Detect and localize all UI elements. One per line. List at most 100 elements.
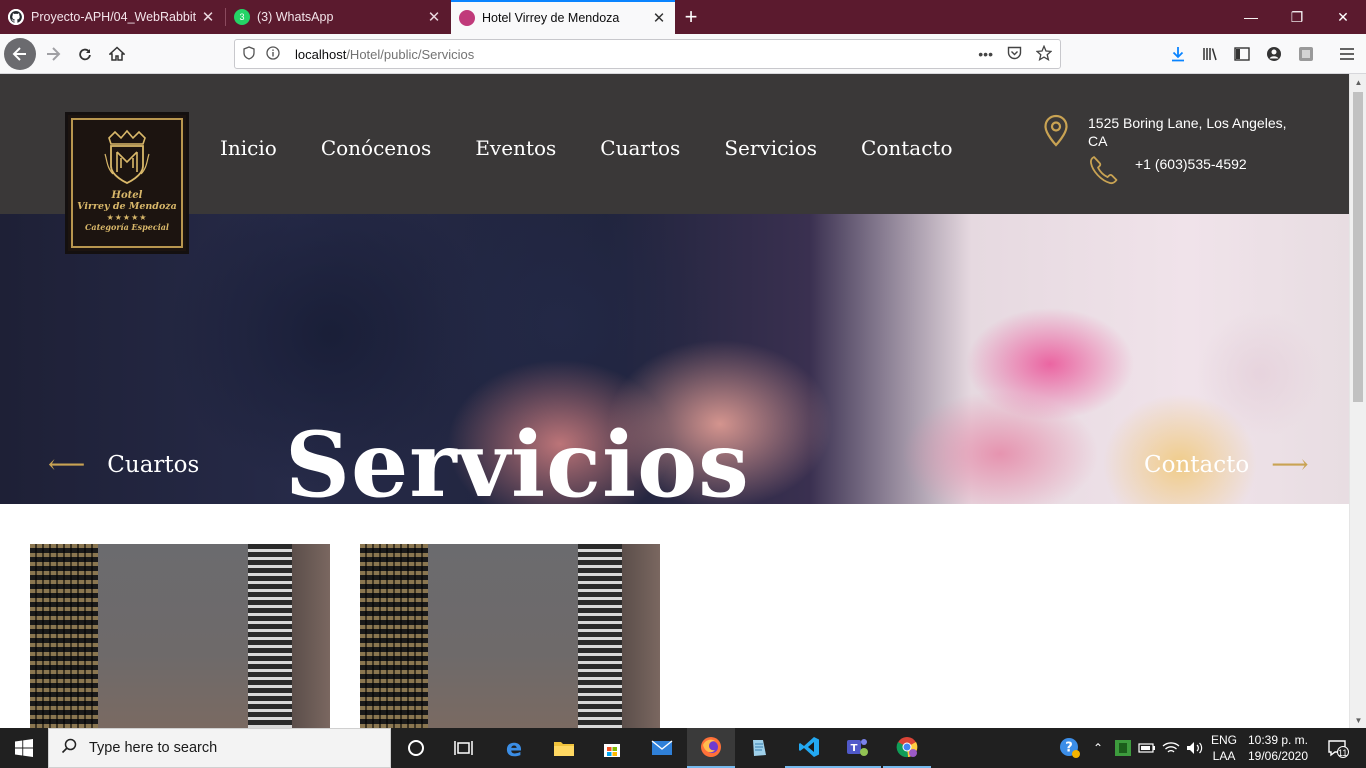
nvidia-icon[interactable] <box>1112 728 1134 768</box>
firefox-icon[interactable] <box>687 728 735 768</box>
taskbar: Type here to search e T ? ⌃ ENG LAA 10:3… <box>0 728 1366 768</box>
sidebar-icon[interactable] <box>1226 38 1258 70</box>
scroll-up-icon[interactable]: ▲ <box>1350 74 1366 90</box>
store-icon[interactable] <box>588 728 636 768</box>
tab-title: Proyecto-APH/04_WebRabbit a <box>31 10 196 24</box>
clock-date: 19/06/2020 <box>1247 749 1309 763</box>
url-path: /Hotel/public/Servicios <box>346 46 475 62</box>
whatsapp-icon: 3 <box>234 9 250 25</box>
crest-icon <box>104 129 150 184</box>
bookmark-star-icon[interactable] <box>1035 44 1053 64</box>
notifications-icon[interactable]: 11 <box>1318 728 1358 768</box>
page-title: Servicios <box>285 412 750 504</box>
search-placeholder: Type here to search <box>89 740 218 756</box>
minimize-icon[interactable]: — <box>1228 0 1274 34</box>
scroll-down-icon[interactable]: ▼ <box>1350 712 1366 728</box>
site-header: Inicio Conócenos Eventos Cuartos Servici… <box>0 74 1349 214</box>
show-hidden-icons-icon[interactable]: ⌃ <box>1088 728 1108 768</box>
search-icon <box>49 738 89 759</box>
wifi-icon[interactable] <box>1160 728 1182 768</box>
page-actions-icon[interactable]: ••• <box>978 46 993 62</box>
volume-icon[interactable] <box>1184 728 1206 768</box>
chrome-icon[interactable] <box>883 728 931 768</box>
home-button[interactable] <box>101 38 133 70</box>
forward-button[interactable] <box>37 38 69 70</box>
new-tab-button[interactable]: + <box>678 0 704 34</box>
language-code: ENG <box>1210 733 1237 747</box>
vscode-icon[interactable] <box>785 728 833 768</box>
arrow-left-icon: ⟵ <box>48 450 86 480</box>
nav-inicio[interactable]: Inicio <box>220 136 277 160</box>
windows-start-icon[interactable] <box>0 728 48 768</box>
tab-title: Hotel Virrey de Mendoza <box>482 11 620 25</box>
download-icon[interactable] <box>1162 38 1194 70</box>
service-card[interactable] <box>30 544 330 728</box>
tab-hotel[interactable]: Hotel Virrey de Mendoza ✕ <box>451 0 675 34</box>
shield-icon[interactable] <box>237 45 261 63</box>
github-icon <box>8 9 24 25</box>
nav-conocenos[interactable]: Conócenos <box>321 136 432 160</box>
logo-line-hotel: Hotel <box>111 190 143 201</box>
pocket-icon[interactable] <box>1007 46 1022 63</box>
file-explorer-icon[interactable] <box>540 728 588 768</box>
account-icon[interactable] <box>1258 38 1290 70</box>
tab-title: (3) WhatsApp <box>257 10 334 24</box>
nav-contacto[interactable]: Contacto <box>861 136 952 160</box>
restore-icon[interactable]: ❐ <box>1274 0 1320 34</box>
url-host: localhost <box>295 46 347 62</box>
address-bar[interactable]: localhost/Hotel/public/Servicios ••• <box>234 39 1061 69</box>
notepad-icon[interactable] <box>735 728 783 768</box>
service-card[interactable] <box>360 544 660 728</box>
arrow-right-icon: ⟶ <box>1271 450 1309 480</box>
address-text: 1525 Boring Lane, Los Angeles, CA <box>1088 115 1287 149</box>
language-indicator[interactable]: ENG LAA <box>1206 732 1242 764</box>
page-scrollbar[interactable]: ▲ ▼ <box>1349 74 1366 728</box>
taskbar-search[interactable]: Type here to search <box>48 728 391 768</box>
library-icon[interactable] <box>1194 38 1226 70</box>
hero-next-link[interactable]: Contacto ⟶ <box>1144 450 1308 480</box>
back-button[interactable] <box>4 38 36 70</box>
clock-time: 10:39 p. m. <box>1247 733 1309 747</box>
reload-button[interactable] <box>69 38 101 70</box>
battery-icon[interactable] <box>1136 728 1158 768</box>
main-nav: Inicio Conócenos Eventos Cuartos Servici… <box>220 136 996 160</box>
tab-github[interactable]: Proyecto-APH/04_WebRabbit a ✕ <box>0 0 224 34</box>
phone-icon <box>1090 156 1118 185</box>
help-icon[interactable]: ? <box>1056 728 1084 768</box>
hero-next-label: Contacto <box>1144 452 1250 478</box>
hotel-logo[interactable]: Hotel Virrey de Mendoza ★★★★★ Categoría … <box>65 112 189 254</box>
page-viewport: Inicio Conócenos Eventos Cuartos Servici… <box>0 74 1349 728</box>
navigation-toolbar: localhost/Hotel/public/Servicios ••• <box>0 34 1366 74</box>
close-tab-icon[interactable]: ✕ <box>196 8 220 26</box>
nav-cuartos[interactable]: Cuartos <box>600 136 680 160</box>
hero-prev-label: Cuartos <box>107 452 200 478</box>
nav-eventos[interactable]: Eventos <box>475 136 556 160</box>
nav-servicios[interactable]: Servicios <box>724 136 817 160</box>
teams-icon[interactable]: T <box>833 728 881 768</box>
mail-icon[interactable] <box>638 728 686 768</box>
logo-line-category: Categoría Especial <box>85 222 169 232</box>
info-icon[interactable] <box>261 45 285 63</box>
site-icon <box>459 10 475 26</box>
extension-icon[interactable] <box>1290 38 1322 70</box>
notification-count: 11 <box>1338 748 1348 758</box>
hero-banner: ⟵ Cuartos Servicios Contacto ⟶ <box>0 214 1349 504</box>
svg-text:T: T <box>851 743 858 754</box>
url-text: localhost/Hotel/public/Servicios <box>295 47 474 62</box>
menu-icon[interactable] <box>1331 38 1363 70</box>
close-window-icon[interactable]: ✕ <box>1320 0 1366 34</box>
phone-text: +1 (603)535-4592 <box>1135 156 1247 172</box>
system-clock[interactable]: 10:39 p. m. 19/06/2020 <box>1243 732 1313 764</box>
tab-whatsapp[interactable]: 3 (3) WhatsApp ✕ <box>226 0 450 34</box>
edge-icon[interactable]: e <box>490 728 538 768</box>
scrollbar-thumb[interactable] <box>1353 92 1363 402</box>
hero-prev-link[interactable]: ⟵ Cuartos <box>48 450 199 480</box>
card-image <box>360 544 428 728</box>
close-tab-icon[interactable]: ✕ <box>422 8 446 26</box>
tab-strip: Proyecto-APH/04_WebRabbit a ✕ 3 (3) What… <box>0 0 1366 34</box>
task-view-icon[interactable] <box>440 728 488 768</box>
card-image <box>30 544 98 728</box>
logo-line-name: Virrey de Mendoza <box>77 201 177 212</box>
close-tab-icon[interactable]: ✕ <box>647 9 671 27</box>
cortana-icon[interactable] <box>392 728 440 768</box>
